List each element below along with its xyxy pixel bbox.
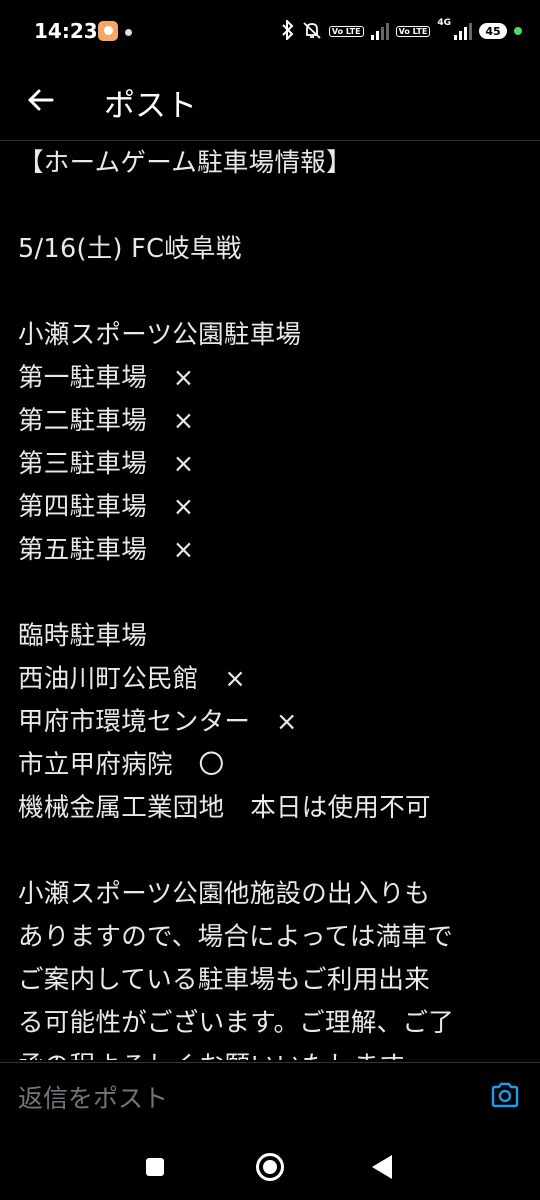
signal-4g-icon — [454, 22, 472, 40]
charging-dot-icon — [514, 27, 522, 35]
post-line — [18, 185, 528, 228]
post-line: 市立甲府病院 〇 — [18, 750, 225, 780]
post-line: 臨時駐車場 — [18, 621, 148, 651]
post-line: 甲府市環境センター × — [18, 707, 298, 737]
volte-icon: Vo LTE — [395, 25, 431, 37]
post-line: 5/16(土) FC岐阜戦 — [18, 234, 242, 264]
status-time: 14:23 — [34, 19, 98, 43]
reply-bar: 返信をポスト — [0, 1062, 540, 1131]
post-line: 第四駐車場 × — [18, 492, 195, 522]
post-line — [18, 271, 528, 314]
post-line: 【ホームゲーム駐車場情報】 — [18, 148, 352, 178]
recent-apps-icon[interactable] — [146, 1158, 164, 1176]
app-notification-icon — [98, 21, 118, 41]
post-line: ご案内している駐車場もご利用出来 — [18, 965, 431, 995]
bluetooth-icon — [281, 18, 295, 43]
battery-icon: 45 — [479, 23, 507, 39]
mute-icon — [302, 20, 322, 43]
post-line: 第二駐車場 × — [18, 406, 195, 436]
camera-icon[interactable] — [490, 1081, 520, 1109]
post-body: 【ホームゲーム駐車場情報】 5/16(土) FC岐阜戦 小瀬スポーツ公園駐車場 … — [18, 142, 528, 1060]
back-arrow-icon[interactable] — [22, 82, 58, 118]
post-line: 西油川町公民館 × — [18, 664, 247, 694]
post-line: 承の程よろしくお願いいたします。 — [18, 1045, 528, 1060]
post-line: 小瀬スポーツ公園駐車場 — [18, 320, 302, 350]
reply-input[interactable]: 返信をポスト — [18, 1079, 168, 1115]
home-icon[interactable] — [256, 1153, 284, 1181]
post-line — [18, 830, 528, 873]
dot-icon — [125, 29, 132, 36]
top-app-bar: ポスト — [0, 62, 540, 141]
status-icons: Vo LTE Vo LTE 4G 45 — [281, 18, 522, 44]
volte-icon: Vo LTE — [328, 25, 364, 37]
status-bar: 14:23 Vo LTE Vo LTE 4G 45 — [0, 0, 540, 62]
post-line: 第一駐車場 × — [18, 363, 195, 393]
nav-back-icon[interactable] — [372, 1155, 392, 1179]
post-line: る可能性がございます。ご理解、ご了 — [18, 1008, 455, 1038]
post-line: 第三駐車場 × — [18, 449, 195, 479]
page-title: ポスト — [104, 88, 197, 124]
post-line — [18, 572, 528, 615]
system-nav-bar — [0, 1130, 540, 1200]
post-line: ありますので、場合によっては満車で — [18, 922, 454, 952]
post-line: 機械金属工業団地 本日は使用不可 — [18, 793, 431, 823]
post-line: 小瀬スポーツ公園他施設の出入りも — [18, 879, 431, 909]
network-type-label: 4G — [437, 18, 451, 28]
post-line: 第五駐車場 × — [18, 535, 195, 565]
signal-icon — [370, 22, 389, 40]
